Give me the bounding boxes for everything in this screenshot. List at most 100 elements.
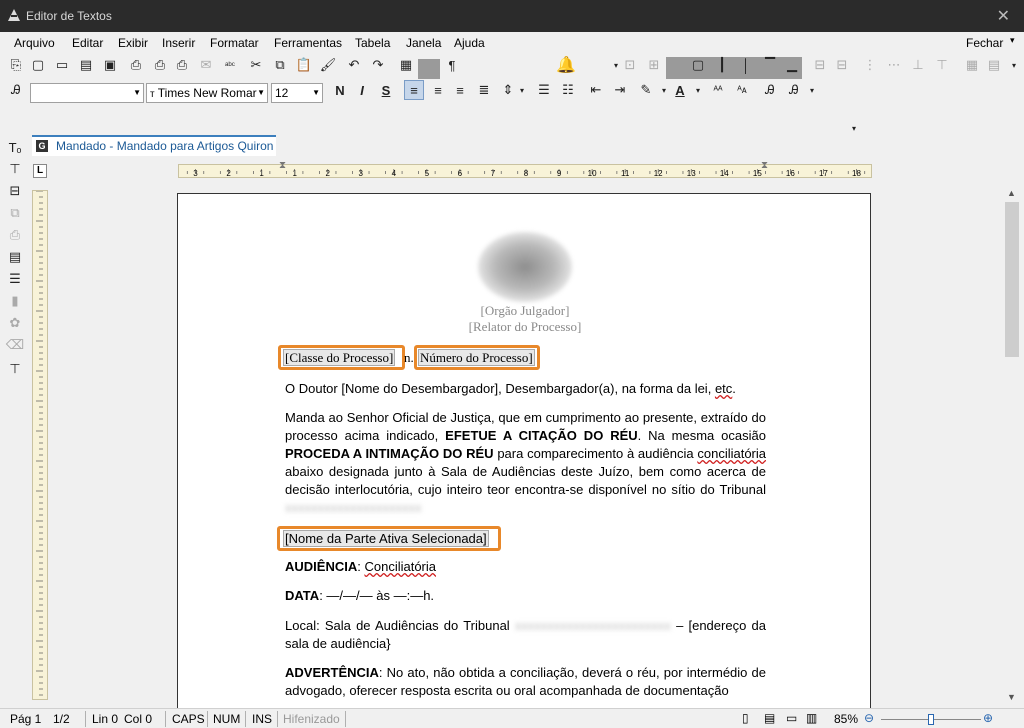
menu-ferramentas[interactable]: Ferramentas xyxy=(274,36,342,50)
numbered-list-icon[interactable]: ☷ xyxy=(558,80,578,100)
vertical-scrollbar[interactable]: ▲ ▼ xyxy=(1002,185,1024,705)
insert-row-icon[interactable]: ⋮ xyxy=(860,55,880,75)
text-tool-icon[interactable]: Tₒ xyxy=(5,137,25,157)
two-page-view-icon[interactable]: ▥ xyxy=(806,711,817,725)
redo-icon[interactable]: ↷ xyxy=(368,55,388,75)
menu-fechar[interactable]: Fechar xyxy=(966,36,1003,50)
replace-icon[interactable]: Ꭿ xyxy=(784,80,804,100)
menu-tabela[interactable]: Tabela xyxy=(355,36,390,50)
print-setup-icon[interactable]: ⎙ xyxy=(172,55,192,75)
close-window-icon[interactable]: ✕ xyxy=(997,6,1010,26)
italic-button[interactable]: I xyxy=(352,80,372,100)
zoom-slider[interactable] xyxy=(881,714,981,725)
font-select[interactable]: ᴛ Times New Romar ▼ xyxy=(146,83,268,103)
chevron-down-icon[interactable]: ▾ xyxy=(688,80,708,100)
email-icon[interactable]: ✉ xyxy=(196,55,216,75)
new-template-icon[interactable]: ⎘ xyxy=(6,55,26,75)
distribute-rows-icon[interactable]: ⊥ xyxy=(908,55,928,75)
left-indent-marker[interactable]: ⧗ xyxy=(279,160,286,171)
menu-exibir[interactable]: Exibir xyxy=(118,36,148,50)
undo-icon[interactable]: ↶ xyxy=(344,55,364,75)
border-vertical-icon[interactable]: │ xyxy=(736,55,756,75)
print-icon[interactable]: ⎙ xyxy=(126,55,146,75)
size-select[interactable]: 12 ▼ xyxy=(271,83,323,103)
zoom-out-icon[interactable]: ⊖ xyxy=(864,711,874,725)
horizontal-ruler[interactable]: L 321123456789101112131415161718 ⧗ ⧗ xyxy=(30,160,1024,183)
find-icon[interactable]: Ꭿ xyxy=(760,80,780,100)
field-tool-icon[interactable]: ⊤ xyxy=(5,159,25,179)
document-page[interactable]: [Orgão Julgador] [Relator do Processo] [… xyxy=(177,193,871,713)
align-justify-icon[interactable]: ≣ xyxy=(474,80,494,100)
menu-ajuda[interactable]: Ajuda xyxy=(454,36,485,50)
table-grid-icon[interactable]: ⊞ xyxy=(644,55,664,75)
table-properties-icon[interactable]: ▤ xyxy=(984,55,1004,75)
style-select[interactable]: ▼ xyxy=(30,83,144,103)
format-painter-icon[interactable]: 🖌 xyxy=(318,55,338,75)
form-tool-icon[interactable]: ⊟ xyxy=(5,181,25,201)
chevron-down-icon[interactable]: ▼ xyxy=(257,84,265,102)
chevron-down-icon[interactable]: ▾ xyxy=(512,80,532,100)
menu-formatar[interactable]: Formatar xyxy=(210,36,259,50)
increase-indent-icon[interactable]: ⇥ xyxy=(610,80,630,100)
chevron-down-icon[interactable]: ▼ xyxy=(312,84,320,102)
scroll-down-icon[interactable]: ▼ xyxy=(1007,692,1016,702)
list-tool-icon[interactable]: ☰ xyxy=(5,269,25,289)
align-center-icon[interactable]: ≡ xyxy=(428,80,448,100)
chevron-down-icon[interactable]: ▾ xyxy=(1004,55,1024,75)
pilcrow-icon[interactable]: ¶ xyxy=(442,55,462,75)
classe-field[interactable]: [Classe do Processo] xyxy=(283,349,396,366)
distribute-cols-icon[interactable]: ⊤ xyxy=(932,55,952,75)
zoom-in-icon[interactable]: ⊕ xyxy=(983,711,993,725)
numero-field[interactable]: Número do Processo] xyxy=(418,349,535,366)
bold-button[interactable]: N xyxy=(330,80,350,100)
seal-icon[interactable]: ✿ xyxy=(5,313,25,333)
paste-icon[interactable]: 📋 xyxy=(294,55,314,75)
paint-roller-icon[interactable]: ⊤ xyxy=(5,359,25,379)
bullet-list-icon[interactable]: ☰ xyxy=(534,80,554,100)
open-recent-icon[interactable]: ▤ xyxy=(76,55,96,75)
print-format-icon[interactable]: ⎙ xyxy=(5,225,25,245)
comment-icon[interactable]: ▤ xyxy=(5,247,25,267)
new-document-icon[interactable]: ▢ xyxy=(28,55,48,75)
chevron-down-icon[interactable]: ▾ xyxy=(802,80,822,100)
open-folder-icon[interactable]: ▭ xyxy=(52,55,72,75)
tab-stop-selector[interactable]: L xyxy=(33,164,47,178)
layout-view-icon[interactable]: ▤ xyxy=(764,711,775,725)
vertical-ruler[interactable] xyxy=(32,190,48,700)
table-autoformat-icon[interactable]: ▦ xyxy=(962,55,982,75)
style-icon[interactable]: Ꭿ xyxy=(6,80,26,100)
chevron-down-icon[interactable]: ▼ xyxy=(133,84,141,102)
page-view-icon[interactable]: ▯ xyxy=(742,711,749,725)
border-bottom-icon[interactable]: ▁ xyxy=(782,55,802,75)
menu-editar[interactable]: Editar xyxy=(72,36,103,50)
web-view-icon[interactable]: ▭ xyxy=(786,711,797,725)
chevron-down-icon[interactable]: ▾ xyxy=(1010,35,1015,46)
tab-mandado[interactable]: G Mandado - Mandado para Artigos Quiron xyxy=(32,135,276,156)
highlight-icon[interactable]: ✎ xyxy=(636,80,656,100)
scroll-thumb[interactable] xyxy=(1005,202,1019,357)
decrease-indent-icon[interactable]: ⇤ xyxy=(586,80,606,100)
relator-field[interactable]: [Relator do Processo] xyxy=(178,319,870,335)
cut-icon[interactable]: ✂ xyxy=(246,55,266,75)
save-icon[interactable]: ▣ xyxy=(100,55,120,75)
eraser-icon[interactable]: ⌫ xyxy=(5,335,25,355)
lowercase-icon[interactable]: ᴬᴀ xyxy=(732,80,752,100)
parte-field[interactable]: [Nome da Parte Ativa Selecionada] xyxy=(283,530,489,547)
align-left-icon[interactable]: ≡ xyxy=(404,80,424,100)
border-top-icon[interactable]: ▔ xyxy=(760,55,780,75)
uppercase-icon[interactable]: ᴬᴬ xyxy=(708,80,728,100)
table-borders-icon[interactable]: ⊡ xyxy=(620,55,640,75)
insert-table-icon[interactable]: ▦ xyxy=(396,55,416,75)
font-color-icon[interactable]: A xyxy=(670,80,690,100)
right-indent-marker[interactable]: ⧗ xyxy=(761,160,768,171)
page-tool-icon[interactable]: ▮ xyxy=(5,291,25,311)
delete-row-icon[interactable]: ⋯ xyxy=(884,55,904,75)
merge-cells-icon[interactable]: ⊟ xyxy=(810,55,830,75)
menu-janela[interactable]: Janela xyxy=(406,36,441,50)
zoom-slider-thumb[interactable] xyxy=(928,714,934,725)
border-inside-icon[interactable]: ┃ xyxy=(712,55,732,75)
bell-icon[interactable]: 🔔 xyxy=(556,55,576,75)
copy-format-icon[interactable]: ⧉ xyxy=(5,203,25,223)
print-preview-icon[interactable]: ⎙ xyxy=(150,55,170,75)
spellcheck-icon[interactable]: ᵃᵇᶜ xyxy=(220,55,240,75)
